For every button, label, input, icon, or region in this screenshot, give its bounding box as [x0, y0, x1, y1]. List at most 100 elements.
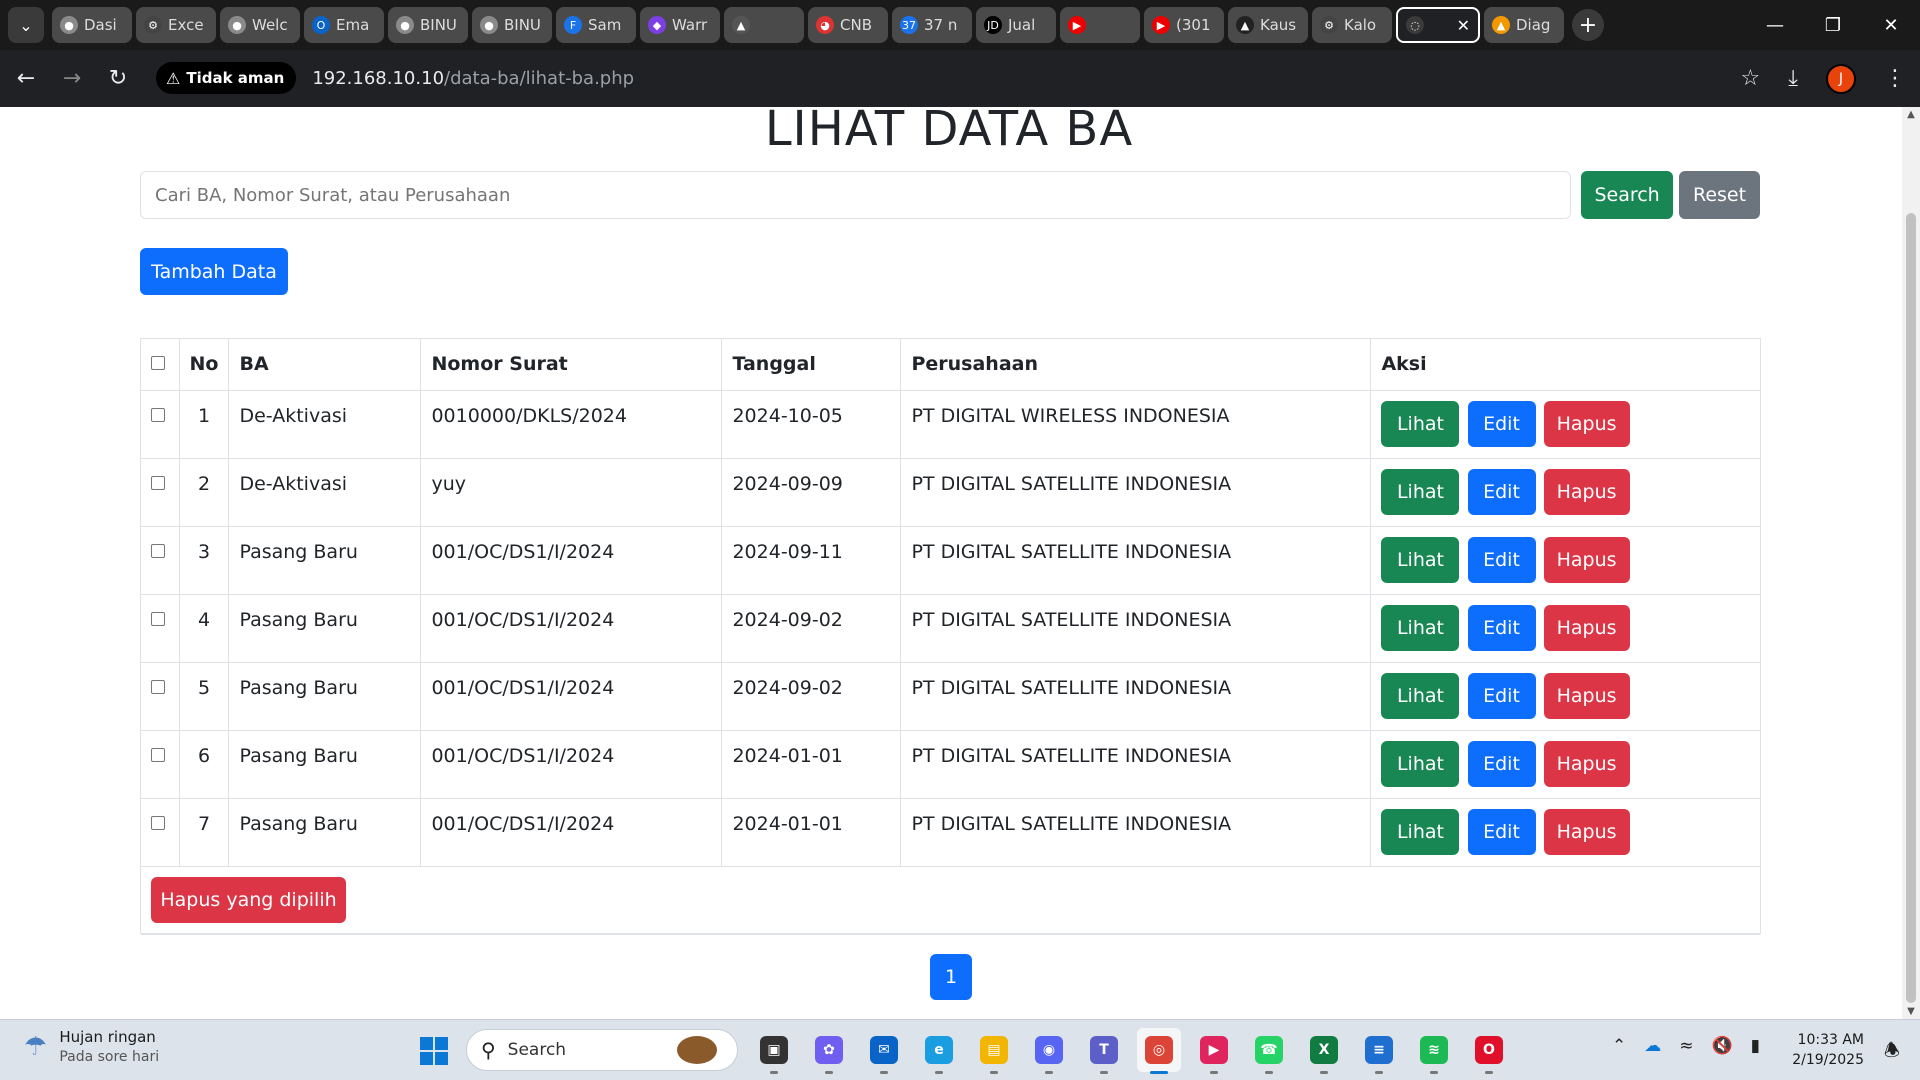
delete-button[interactable]: Hapus: [1543, 808, 1630, 855]
taskbar-app-file-explorer[interactable]: ▤: [972, 1028, 1016, 1074]
taskbar-app-copilot[interactable]: ✿: [807, 1028, 851, 1074]
row-checkbox[interactable]: [151, 611, 165, 626]
pagination-page-1[interactable]: 1: [930, 954, 972, 1000]
taskbar-app-task-view[interactable]: ▣: [752, 1028, 796, 1074]
view-button[interactable]: Lihat: [1381, 400, 1460, 447]
browser-tab[interactable]: ◕ CNB: [808, 7, 888, 43]
forward-button[interactable]: →: [52, 59, 92, 99]
delete-button[interactable]: Hapus: [1543, 604, 1630, 651]
view-button[interactable]: Lihat: [1381, 672, 1460, 719]
row-checkbox[interactable]: [151, 407, 165, 422]
url-text[interactable]: 192.168.10.10/data-ba/lihat-ba.php: [312, 68, 634, 89]
onedrive-icon[interactable]: ☁: [1644, 1036, 1661, 1056]
edit-button[interactable]: Edit: [1467, 740, 1536, 787]
row-checkbox[interactable]: [151, 543, 165, 558]
scroll-up-icon[interactable]: ▲: [1902, 109, 1920, 120]
weather-widget[interactable]: ☂ Hujan ringan Pada sore hari: [24, 1028, 159, 1065]
new-tab-button[interactable]: +: [1572, 9, 1604, 41]
reload-button[interactable]: ↻: [98, 59, 138, 99]
edit-button[interactable]: Edit: [1467, 808, 1536, 855]
edit-button[interactable]: Edit: [1467, 672, 1536, 719]
edit-button[interactable]: Edit: [1467, 400, 1536, 447]
delete-button[interactable]: Hapus: [1543, 740, 1630, 787]
taskbar-app-chrome[interactable]: ◎: [1137, 1028, 1181, 1074]
taskbar-search[interactable]: ⚲ Search: [466, 1029, 738, 1071]
view-button[interactable]: Lihat: [1381, 604, 1460, 651]
browser-tab[interactable]: ▶ (301: [1144, 7, 1224, 43]
taskbar-app-spotify[interactable]: ≋: [1412, 1028, 1456, 1074]
system-tray: ⌃ ☁ ≈ 🔇 ▮: [1612, 1036, 1778, 1056]
view-button[interactable]: Lihat: [1381, 468, 1460, 515]
taskbar-app-mail[interactable]: ✉: [862, 1028, 906, 1074]
add-data-button[interactable]: Tambah Data: [140, 248, 288, 295]
close-tab-icon[interactable]: ✕: [1457, 16, 1470, 35]
browser-tab[interactable]: ▲: [724, 7, 804, 43]
taskbar-app-edge[interactable]: e: [917, 1028, 961, 1074]
download-icon[interactable]: ⤓: [1788, 66, 1798, 91]
browser-tab-active[interactable]: ◌ ✕: [1396, 7, 1480, 43]
delete-button[interactable]: Hapus: [1543, 536, 1630, 583]
search-input[interactable]: [140, 171, 1572, 219]
browser-tab[interactable]: ● Welc: [220, 7, 300, 43]
delete-selected-button[interactable]: Hapus yang dipilih: [151, 876, 346, 923]
taskbar-app-opera[interactable]: O: [1467, 1028, 1511, 1074]
delete-button[interactable]: Hapus: [1543, 400, 1630, 447]
minimize-button[interactable]: —: [1746, 0, 1804, 50]
scroll-down-icon[interactable]: ▼: [1902, 1006, 1920, 1017]
weather-condition: Hujan ringan: [59, 1028, 156, 1046]
browser-tab[interactable]: ▲ Diag: [1484, 7, 1564, 43]
browser-tab[interactable]: ⚙ Exce: [136, 7, 216, 43]
edit-button[interactable]: Edit: [1467, 604, 1536, 651]
search-button[interactable]: Search: [1581, 171, 1674, 219]
browser-tab[interactable]: ⚙ Kalo: [1312, 7, 1392, 43]
scrollbar-thumb[interactable]: [1906, 213, 1916, 1003]
row-checkbox[interactable]: [151, 679, 165, 694]
browser-tab[interactable]: ● BINU: [472, 7, 552, 43]
profile-avatar[interactable]: J: [1826, 63, 1856, 94]
view-button[interactable]: Lihat: [1381, 536, 1460, 583]
menu-kebab-icon[interactable]: ⋮: [1884, 66, 1906, 91]
view-button[interactable]: Lihat: [1381, 740, 1460, 787]
notification-bell-icon[interactable]: 🕭: [1884, 1038, 1900, 1068]
battery-icon[interactable]: ▮: [1751, 1036, 1760, 1056]
taskbar-app-notepad[interactable]: ≡: [1357, 1028, 1401, 1074]
back-button[interactable]: ←: [6, 59, 46, 99]
start-button[interactable]: [420, 1037, 448, 1065]
security-indicator[interactable]: ⚠ Tidak aman: [156, 62, 297, 94]
row-checkbox[interactable]: [151, 475, 165, 490]
address-bar[interactable]: ⚠ Tidak aman 192.168.10.10/data-ba/lihat…: [156, 57, 1756, 99]
browser-tab[interactable]: ▲ Kaus: [1228, 7, 1308, 43]
delete-button[interactable]: Hapus: [1543, 468, 1630, 515]
bookmark-star-icon[interactable]: ☆: [1741, 66, 1761, 91]
browser-tab[interactable]: ● BINU: [388, 7, 468, 43]
edit-button[interactable]: Edit: [1467, 468, 1536, 515]
browser-tab[interactable]: F Sam: [556, 7, 636, 43]
page-scrollbar[interactable]: ▲ ▼: [1902, 107, 1920, 1019]
edit-button[interactable]: Edit: [1467, 536, 1536, 583]
clock[interactable]: 10:33 AM 2/19/2025: [1792, 1030, 1864, 1070]
taskbar-app-teams[interactable]: T: [1082, 1028, 1126, 1074]
taskbar-app-discord[interactable]: ◉: [1027, 1028, 1071, 1074]
delete-button[interactable]: Hapus: [1543, 672, 1630, 719]
row-checkbox[interactable]: [151, 747, 165, 762]
taskbar-app-whatsapp[interactable]: ☎: [1247, 1028, 1291, 1074]
taskbar-app-media-player[interactable]: ▶: [1192, 1028, 1236, 1074]
browser-tab[interactable]: 37 37 n: [892, 7, 972, 43]
taskbar-app-excel[interactable]: X: [1302, 1028, 1346, 1074]
reset-button[interactable]: Reset: [1679, 171, 1760, 219]
close-window-button[interactable]: ✕: [1862, 0, 1920, 50]
table-row: 6 Pasang Baru 001/OC/DS1/I/2024 2024-01-01 P…: [141, 730, 1760, 799]
browser-tab[interactable]: O Ema: [304, 7, 384, 43]
browser-tab[interactable]: JD Jual: [976, 7, 1056, 43]
browser-tab[interactable]: ● Dasi: [52, 7, 132, 43]
row-checkbox[interactable]: [151, 815, 165, 830]
select-all-checkbox[interactable]: [151, 356, 165, 370]
volume-muted-icon[interactable]: 🔇: [1712, 1036, 1733, 1056]
wifi-icon[interactable]: ≈: [1679, 1036, 1693, 1056]
tab-search-button[interactable]: ⌄: [8, 7, 44, 43]
browser-tab[interactable]: ◆ Warr: [640, 7, 720, 43]
restore-button[interactable]: ❐: [1804, 0, 1862, 50]
browser-tab[interactable]: ▶: [1060, 7, 1140, 43]
chevron-up-icon[interactable]: ⌃: [1612, 1036, 1626, 1056]
view-button[interactable]: Lihat: [1381, 808, 1460, 855]
